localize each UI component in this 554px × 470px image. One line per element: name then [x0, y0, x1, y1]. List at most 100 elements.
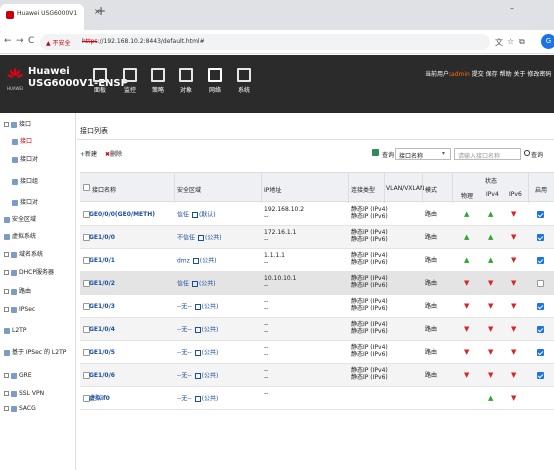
- current-user-label: 当前用户:: [425, 71, 452, 78]
- translate-icon[interactable]: 文: [495, 37, 503, 48]
- search-keyword-input[interactable]: 请输入接口名称: [454, 148, 521, 160]
- user-links[interactable]: 提交 保存 帮助 关于 修改密码: [472, 71, 552, 78]
- zone-tag[interactable]: 公共: [204, 350, 216, 357]
- conn-cell: 静态IP (IPv4) 静态IP (IPv6): [351, 252, 388, 266]
- enable-checkbox[interactable]: [537, 303, 544, 310]
- zone-link[interactable]: --无--: [177, 304, 192, 311]
- expand-box-icon[interactable]: [4, 289, 9, 294]
- new-tab-button[interactable]: +: [96, 4, 106, 18]
- new-button[interactable]: 新建: [85, 151, 97, 158]
- zone-tag[interactable]: 公共: [204, 327, 216, 334]
- interface-name-link[interactable]: GE0/0/0(GE0/METH): [89, 211, 155, 219]
- table-row[interactable]: 虚拟if0 --无-- (公共) -- ▲ ▼: [80, 387, 554, 410]
- ipv4-up-arrow-icon: ▲: [488, 256, 494, 264]
- sidebar-item[interactable]: 接口: [12, 136, 32, 145]
- interface-name-link[interactable]: GE1/0/1: [89, 257, 115, 265]
- zone-link[interactable]: --无--: [177, 396, 192, 403]
- url-text[interactable]: https://192.168.10.2:8443/default.html#: [82, 38, 205, 45]
- zone-link[interactable]: --无--: [177, 373, 192, 380]
- interface-name-link[interactable]: GE1/0/5: [89, 349, 115, 357]
- sidebar-item[interactable]: 虚拟系统: [4, 231, 36, 240]
- extensions-icon[interactable]: ⧉: [519, 37, 525, 47]
- table-row[interactable]: GE0/0/0(GE0/METH) 信任 (默认) 192.168.10.2 -- 静态…: [80, 203, 554, 226]
- chevron-down-icon[interactable]: ▾: [442, 150, 445, 157]
- current-user-name[interactable]: admin: [451, 71, 470, 78]
- ipv4-down-arrow-icon: ▼: [488, 279, 494, 287]
- sidebar-item-icon: [11, 121, 17, 128]
- table-row[interactable]: GE1/0/0 不信任 (公共) 172.16.1.1 -- 静态IP (IPv4) 静态…: [80, 226, 554, 249]
- table-row[interactable]: GE1/0/6 --无-- (公共) -- -- 静态IP (IPv4) 静态IP (IP…: [80, 364, 554, 387]
- page-title: 接口列表: [80, 127, 108, 135]
- sidebar-item[interactable]: 接口: [4, 119, 31, 128]
- reload-icon[interactable]: C: [28, 36, 34, 46]
- enable-checkbox[interactable]: [537, 372, 544, 379]
- sidebar-item[interactable]: SSL VPN: [4, 390, 44, 397]
- zone-tag[interactable]: 公共: [201, 281, 213, 288]
- expand-box-icon[interactable]: [4, 252, 9, 257]
- nav-network[interactable]: 网络: [203, 68, 227, 94]
- interface-name-link[interactable]: GE1/0/3: [89, 303, 115, 311]
- enable-checkbox[interactable]: [537, 349, 544, 356]
- zone-tag[interactable]: 公共: [207, 235, 219, 242]
- expand-box-icon[interactable]: [4, 122, 9, 127]
- sidebar-item[interactable]: GRE: [4, 372, 32, 379]
- sidebar-item[interactable]: 安全区域: [4, 214, 36, 223]
- sidebar-item[interactable]: L2TP: [4, 327, 26, 334]
- zone-link[interactable]: dmz: [177, 258, 190, 265]
- query-button[interactable]: 查询: [531, 150, 543, 159]
- profile-avatar[interactable]: G: [541, 34, 554, 49]
- nav-policy[interactable]: 策略: [146, 68, 170, 94]
- minimize-window-button[interactable]: –: [510, 4, 514, 13]
- sidebar-item[interactable]: 路由: [4, 286, 31, 295]
- zone-link[interactable]: 信任: [177, 281, 189, 288]
- sidebar-item[interactable]: 接口对: [12, 154, 38, 163]
- zone-tag[interactable]: 公共: [204, 396, 216, 403]
- expand-box-icon[interactable]: [4, 373, 9, 378]
- star-icon[interactable]: ☆: [507, 37, 514, 46]
- enable-checkbox[interactable]: [537, 280, 544, 287]
- nav-system[interactable]: 系统: [232, 68, 256, 94]
- nav-monitor[interactable]: 监控: [118, 68, 142, 94]
- interface-name-link[interactable]: GE1/0/6: [89, 372, 115, 380]
- zone-link[interactable]: --无--: [177, 350, 192, 357]
- zone-link[interactable]: 信任: [177, 212, 189, 219]
- sidebar-item[interactable]: 接口对: [12, 197, 38, 206]
- table-row[interactable]: GE1/0/4 --无-- (公共) -- -- 静态IP (IPv4) 静态IP (IP…: [80, 318, 554, 341]
- interface-name-link[interactable]: GE1/0/4: [89, 326, 115, 334]
- sidebar-item[interactable]: 域名系统: [4, 249, 43, 258]
- forward-arrow-icon[interactable]: →: [16, 36, 24, 46]
- sidebar-item[interactable]: IPSec: [4, 306, 35, 313]
- zone-tag[interactable]: 默认: [201, 212, 213, 219]
- back-arrow-icon[interactable]: ←: [4, 36, 12, 46]
- enable-checkbox[interactable]: [537, 211, 544, 218]
- select-all-checkbox[interactable]: [83, 184, 90, 191]
- expand-box-icon[interactable]: [4, 406, 9, 411]
- table-row[interactable]: GE1/0/1 dmz (公共) 1.1.1.1 -- 静态IP (IPv4) 静态IP …: [80, 249, 554, 272]
- nav-panel[interactable]: 面板: [88, 68, 112, 94]
- enable-checkbox[interactable]: [537, 234, 544, 241]
- not-secure-warning[interactable]: ▲ 不安全: [46, 38, 71, 47]
- interface-name-link[interactable]: GE1/0/2: [89, 280, 115, 288]
- table-row[interactable]: GE1/0/3 --无-- (公共) -- -- 静态IP (IPv4) 静态IP (IP…: [80, 295, 554, 318]
- table-row[interactable]: GE1/0/2 信任 (公共) 10.10.10.1 -- 静态IP (IPv4) 静态I…: [80, 272, 554, 295]
- sidebar-item[interactable]: SACG: [4, 405, 36, 412]
- magnifier-icon[interactable]: [524, 150, 530, 156]
- delete-button[interactable]: 删除: [110, 151, 122, 158]
- zone-tag[interactable]: 公共: [202, 258, 214, 265]
- table-row[interactable]: GE1/0/5 --无-- (公共) -- -- 静态IP (IPv4) 静态IP (IP…: [80, 341, 554, 364]
- sidebar-item[interactable]: 接口组: [12, 176, 38, 185]
- interface-name-link[interactable]: GE1/0/0: [89, 234, 115, 242]
- expand-box-icon[interactable]: [4, 270, 9, 275]
- interface-name-link[interactable]: 虚拟if0: [89, 395, 110, 403]
- sidebar-item[interactable]: 基于 IPSec 的 L2TP: [4, 347, 66, 356]
- enable-checkbox[interactable]: [537, 257, 544, 264]
- enable-checkbox[interactable]: [537, 326, 544, 333]
- nav-object[interactable]: 对象: [174, 68, 198, 94]
- zone-link[interactable]: 不信任: [177, 235, 195, 242]
- zone-tag[interactable]: 公共: [204, 304, 216, 311]
- zone-tag[interactable]: 公共: [204, 373, 216, 380]
- zone-link[interactable]: --无--: [177, 327, 192, 334]
- expand-box-icon[interactable]: [4, 391, 9, 396]
- sidebar-item[interactable]: DHCP服务器: [4, 267, 54, 276]
- expand-box-icon[interactable]: [4, 307, 9, 312]
